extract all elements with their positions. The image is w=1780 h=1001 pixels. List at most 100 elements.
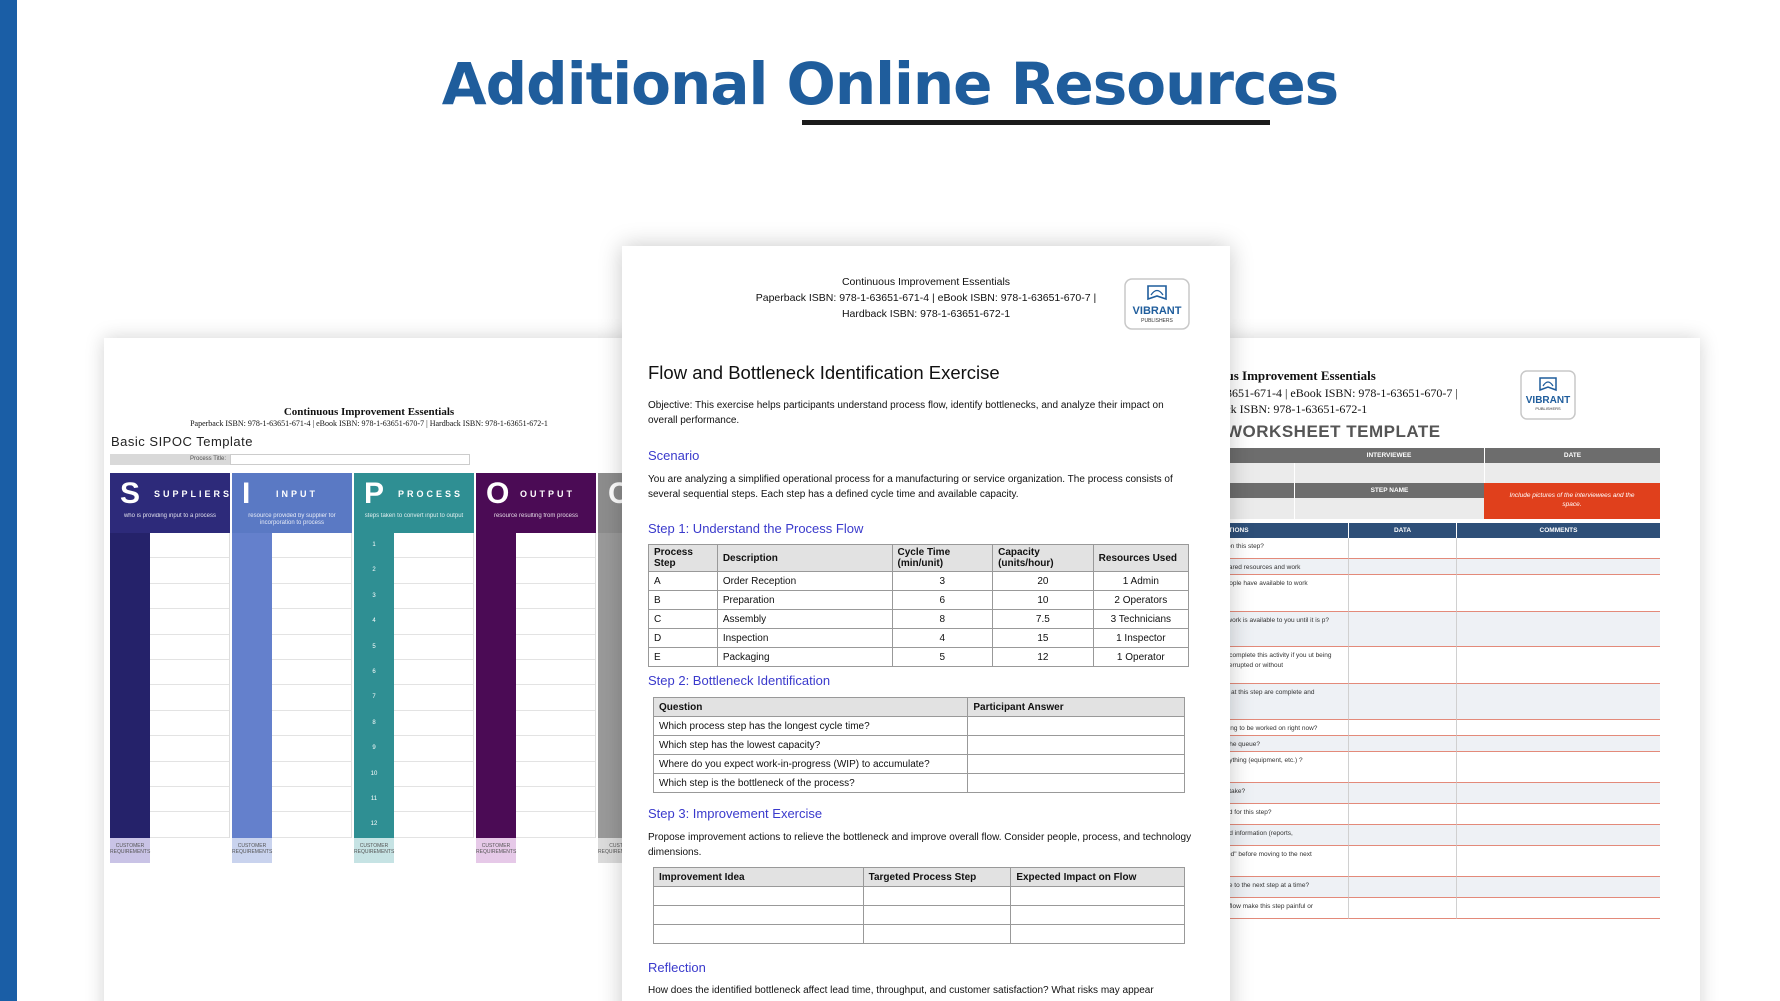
comments-cell <box>1456 783 1660 804</box>
empty-entry-cell[interactable] <box>862 886 1012 906</box>
step-number: 1 <box>372 542 376 548</box>
answer-cell[interactable] <box>967 716 1185 736</box>
comments-cell <box>1456 647 1660 684</box>
sipoc-entry-row <box>516 635 595 660</box>
sipoc-entry-row <box>150 812 229 838</box>
sipoc-book-title: Continuous Improvement Essentials <box>283 406 455 418</box>
column-header: Cycle Time (min/unit) <box>891 544 994 572</box>
comments-cell <box>1456 612 1660 647</box>
empty-entry-cell[interactable] <box>1010 886 1185 906</box>
question-cell: to flow make this step painful or <box>1220 898 1348 919</box>
sipoc-entry-row <box>272 533 351 559</box>
data-cell <box>1348 783 1456 804</box>
worksheet-isbn-line1: 63651-671-4 | eBook ISBN: 978-1-63651-67… <box>1220 386 1458 400</box>
table-cell: 12 <box>992 647 1094 667</box>
step-number: 6 <box>372 668 376 675</box>
table-row: E Packaging 5 12 1 Operator <box>648 647 1190 667</box>
data-cell <box>1348 736 1456 752</box>
sipoc-entry-row <box>272 812 351 838</box>
empty-entry-cell[interactable] <box>1010 905 1185 925</box>
logo-text: VIBRANT <box>1526 395 1570 406</box>
column-header: Process Step <box>648 544 718 572</box>
step-number: 5 <box>372 643 376 650</box>
step-number: 11 <box>370 795 378 802</box>
header-cell-blank <box>1220 483 1294 498</box>
sipoc-entry-row <box>516 787 595 813</box>
sipoc-entry-row <box>272 685 351 711</box>
table-cell: E <box>648 647 718 667</box>
sipoc-column-4: O OUTPUT resource resulting from process CU… <box>476 473 598 863</box>
table-cell: C <box>648 609 718 629</box>
question-cell: at take? <box>1220 783 1348 804</box>
question-cell: Where do you expect work-in-progress (WI… <box>652 754 969 774</box>
sipoc-word: OUTPUT <box>520 489 575 499</box>
comments-cell <box>1456 898 1660 919</box>
table-row: C Assembly 8 7.5 3 Technicians <box>648 609 1190 629</box>
sipoc-entry-row <box>516 533 595 559</box>
data-cell <box>1348 720 1456 736</box>
table-row: D Inspection 4 15 1 Inspector <box>648 628 1190 648</box>
interviewee-header: INTERVIEWEE <box>1294 448 1484 463</box>
step-number: 4 <box>372 618 376 625</box>
table-cell: 2 Operators <box>1092 590 1190 610</box>
column-header: Question <box>652 697 969 717</box>
sipoc-entry-row <box>272 762 351 787</box>
objective-text: Objective: This exercise helps participa… <box>648 400 1164 426</box>
table-cell: 5 <box>891 647 994 667</box>
sipoc-color-bar <box>110 533 150 838</box>
question-cell: Which step is the bottleneck of the proc… <box>652 773 969 793</box>
book-icon: VIBRANT PUBLISHERS <box>1520 370 1576 420</box>
sipoc-entry-row <box>272 787 351 813</box>
empty-entry-cell[interactable] <box>862 905 1012 925</box>
question-cell: dled" before moving to the next <box>1220 846 1348 877</box>
sipoc-entry-row <box>516 660 595 686</box>
data-header: DATA <box>1348 523 1456 538</box>
empty-entry-cell[interactable] <box>653 905 864 925</box>
step-number: 2 <box>372 567 376 574</box>
sipoc-template-preview: Continuous Improvement Essentials Paperb… <box>104 338 634 1001</box>
scenario-heading: Scenario <box>648 448 700 463</box>
empty-entry-cell[interactable] <box>1010 924 1185 944</box>
customer-requirements-label: CUSTOMER REQUIREMENTS <box>232 838 272 863</box>
table-header-row: Improvement Idea Targeted Process Step Exp… <box>653 867 1185 887</box>
answer-cell[interactable] <box>967 735 1185 755</box>
step-number: 9 <box>372 745 376 752</box>
table-cell: 15 <box>992 628 1094 648</box>
table-cell: A <box>648 571 718 591</box>
comments-cell <box>1456 846 1660 877</box>
answer-cell[interactable] <box>967 754 1185 774</box>
comments-cell <box>1456 559 1660 575</box>
empty-entry-cell[interactable] <box>653 886 864 906</box>
customer-requirements-label: CUSTOMER REQUIREMENTS <box>354 838 394 863</box>
question-cell: to complete this activity if you ut bein… <box>1220 647 1348 684</box>
worksheet-isbn-line2: ack ISBN: 978-1-63651-672-1 <box>1220 402 1368 416</box>
question-cell: Which step has the lowest capacity? <box>652 735 969 755</box>
data-cell <box>1348 538 1456 559</box>
empty-entry-cell[interactable] <box>653 924 864 944</box>
sipoc-entry-row <box>516 609 595 635</box>
column-header: Improvement Idea <box>653 867 864 887</box>
table-cell: 1 Operator <box>1092 647 1190 667</box>
sipoc-entry-rows <box>272 533 352 838</box>
empty-entry-cell[interactable] <box>862 924 1012 944</box>
sipoc-entry-row <box>516 558 595 584</box>
sipoc-entry-row <box>150 762 229 787</box>
step3-heading: Step 3: Improvement Exercise <box>648 806 823 821</box>
photo-note: Include pictures of the interviewees and… <box>1484 483 1660 519</box>
process-title-label: Process Title: <box>110 454 230 465</box>
column-header: Expected Impact on Flow <box>1010 867 1185 887</box>
answer-cell[interactable] <box>967 773 1185 793</box>
table-row: B Preparation 6 10 2 Operators <box>648 590 1190 610</box>
sipoc-description: resource resulting from process <box>493 513 579 519</box>
sipoc-entry-row <box>272 736 351 762</box>
sipoc-entry-row <box>394 533 473 559</box>
customer-requirements-label: CUSTOMER REQUIREMENTS <box>110 838 150 863</box>
process-title-field <box>230 454 470 465</box>
sipoc-entry-row <box>150 558 229 584</box>
sipoc-entry-row <box>150 635 229 660</box>
sipoc-column-header: O OUTPUT resource resulting from process <box>476 473 596 533</box>
sipoc-entry-rows <box>516 533 596 838</box>
comments-cell <box>1456 720 1660 736</box>
sipoc-entry-row <box>394 787 473 813</box>
sipoc-entry-row <box>272 609 351 635</box>
